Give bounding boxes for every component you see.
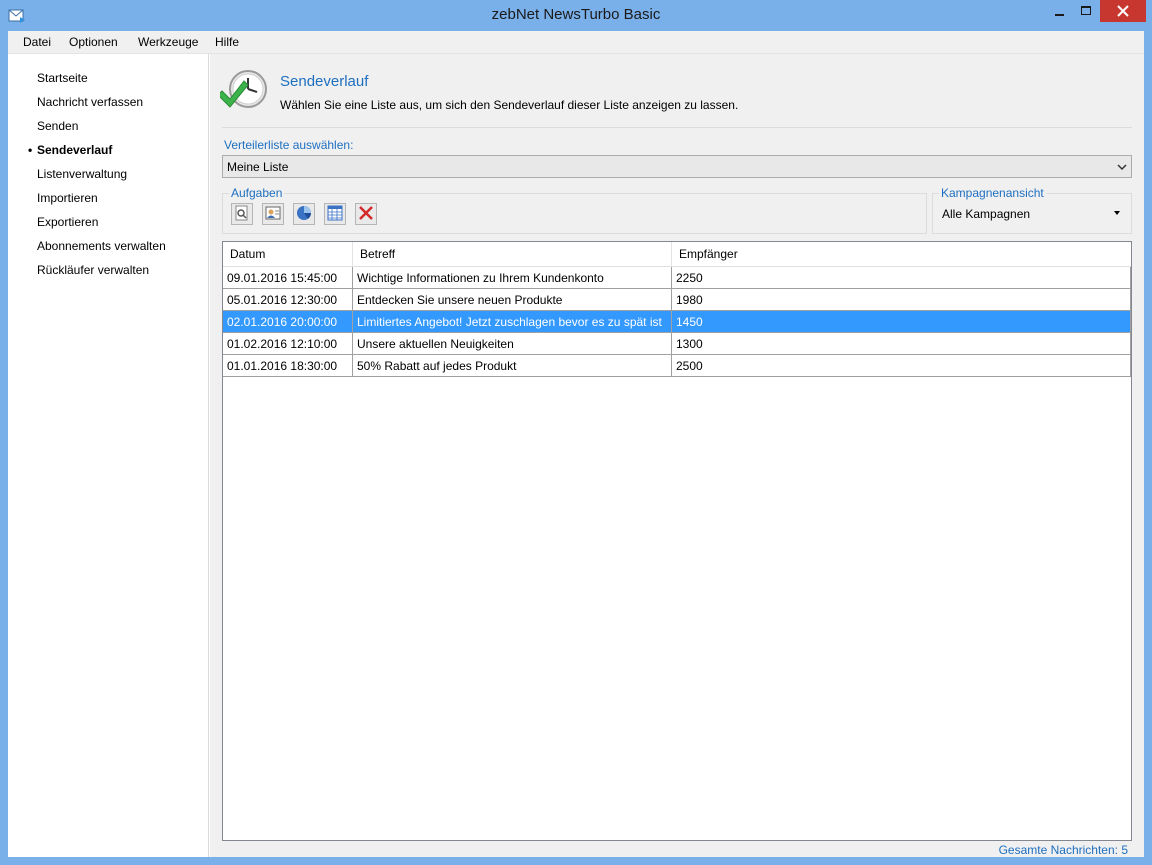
cell-recipients: 2500 (672, 355, 1131, 376)
recipients-icon (265, 205, 281, 224)
cell-recipients: 1450 (672, 311, 1131, 332)
clock-check-icon (217, 69, 272, 113)
recipients-button[interactable] (262, 203, 284, 225)
close-button[interactable] (1100, 0, 1146, 22)
tasks-group: Aufgaben (222, 186, 927, 234)
statistics-button[interactable] (293, 203, 315, 225)
client-area: Datei Optionen Werkzeuge Hilfe Startseit… (8, 31, 1144, 857)
column-header-betreff[interactable]: Betreff (353, 242, 672, 267)
tasks-legend: Aufgaben (229, 186, 285, 200)
page-title: Sendeverlauf (280, 73, 369, 90)
cell-date: 01.01.2016 18:30:00 (223, 355, 353, 376)
sidebar-item-ruecklaeufer-verwalten[interactable]: Rückläufer verwalten (37, 263, 149, 277)
table-row[interactable]: 01.02.2016 12:10:00 Unsere aktuellen Neu… (223, 333, 1131, 355)
table-view-button[interactable] (324, 203, 346, 225)
sidebar-item-listenverwaltung[interactable]: Listenverwaltung (37, 167, 127, 181)
list-select-value: Meine Liste (227, 160, 289, 174)
chevron-down-icon (1117, 161, 1127, 171)
table-icon (327, 205, 343, 224)
sidebar-item-label: Sendeverlauf (37, 143, 113, 157)
sidebar-item-nachricht-verfassen[interactable]: Nachricht verfassen (37, 95, 143, 109)
cell-subject: Limitiertes Angebot! Jetzt zuschlagen be… (353, 311, 672, 332)
menu-werkzeuge[interactable]: Werkzeuge (138, 35, 198, 49)
cell-subject: Wichtige Informationen zu Ihrem Kundenko… (353, 267, 672, 288)
page-description: Wählen Sie eine Liste aus, um sich den S… (280, 98, 739, 112)
cell-recipients: 2250 (672, 267, 1131, 288)
menu-bar: Datei Optionen Werkzeuge Hilfe (8, 31, 1144, 54)
cell-subject: 50% Rabatt auf jedes Produkt (353, 355, 672, 376)
table-row[interactable]: 01.01.2016 18:30:00 50% Rabatt auf jedes… (223, 355, 1131, 377)
column-header-empfaenger[interactable]: Empfänger (672, 242, 1131, 267)
main-panel: Sendeverlauf Wählen Sie eine Liste aus, … (210, 54, 1144, 857)
sidebar-item-importieren[interactable]: Importieren (37, 191, 98, 205)
table-row[interactable]: 05.01.2016 12:30:00 Entdecken Sie unsere… (223, 289, 1131, 311)
column-header-datum[interactable]: Datum (223, 242, 353, 267)
active-bullet: • (28, 143, 33, 157)
sidebar-item-sendeverlauf[interactable]: • Sendeverlauf (28, 143, 113, 157)
cell-recipients: 1980 (672, 289, 1131, 310)
list-select-label: Verteilerliste auswählen: (224, 138, 354, 152)
preview-button[interactable] (231, 203, 253, 225)
cell-date: 02.01.2016 20:00:00 (223, 311, 353, 332)
table-header: Datum Betreff Empfänger (223, 242, 1131, 267)
delete-icon (358, 205, 374, 224)
minimize-button[interactable] (1046, 0, 1073, 22)
sidebar-item-abonnements-verwalten[interactable]: Abonnements verwalten (37, 239, 166, 253)
sidebar: Startseite Nachricht verfassen Senden • … (8, 54, 209, 857)
delete-button[interactable] (355, 203, 377, 225)
cell-date: 05.01.2016 12:30:00 (223, 289, 353, 310)
campaign-dropdown-arrow[interactable] (1109, 203, 1125, 223)
campaigns-group: Kampagnenansicht Alle Kampagnen (932, 186, 1132, 234)
total-messages-status: Gesamte Nachrichten: 5 (998, 843, 1128, 857)
cell-subject: Unsere aktuellen Neuigkeiten (353, 333, 672, 354)
app-window: zebNet NewsTurbo Basic Datei Optionen We… (0, 0, 1152, 865)
menu-hilfe[interactable]: Hilfe (215, 35, 239, 49)
title-bar[interactable]: zebNet NewsTurbo Basic (0, 0, 1152, 31)
header-divider (222, 127, 1132, 128)
cell-date: 09.01.2016 15:45:00 (223, 267, 353, 288)
cell-recipients: 1300 (672, 333, 1131, 354)
cell-date: 01.02.2016 12:10:00 (223, 333, 353, 354)
campaign-select-value[interactable]: Alle Kampagnen (942, 207, 1030, 221)
maximize-button[interactable] (1073, 0, 1100, 22)
table-row-selected[interactable]: 02.01.2016 20:00:00 Limitiertes Angebot!… (223, 311, 1131, 333)
table-row[interactable]: 09.01.2016 15:45:00 Wichtige Information… (223, 267, 1131, 289)
cell-subject: Entdecken Sie unsere neuen Produkte (353, 289, 672, 310)
menu-datei[interactable]: Datei (23, 35, 51, 49)
list-select-dropdown[interactable]: Meine Liste (222, 155, 1132, 178)
sidebar-item-startseite[interactable]: Startseite (37, 71, 88, 85)
window-title: zebNet NewsTurbo Basic (491, 6, 661, 23)
history-table[interactable]: Datum Betreff Empfänger 09.01.2016 15:45… (222, 241, 1132, 841)
menu-optionen[interactable]: Optionen (69, 35, 118, 49)
pie-chart-icon (296, 205, 312, 224)
campaigns-legend: Kampagnenansicht (939, 186, 1046, 200)
sidebar-item-senden[interactable]: Senden (37, 119, 78, 133)
preview-icon (234, 205, 250, 224)
sidebar-item-exportieren[interactable]: Exportieren (37, 215, 98, 229)
